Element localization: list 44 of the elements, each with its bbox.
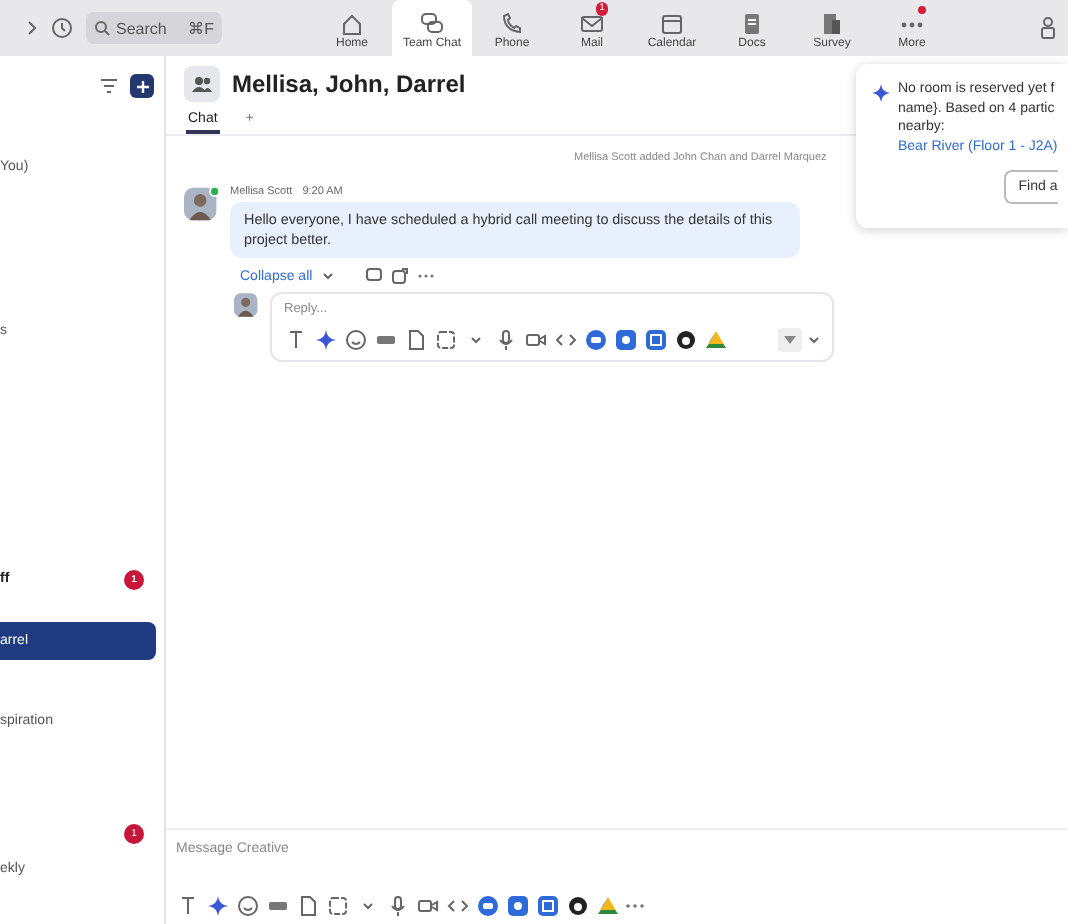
chevron-right-icon[interactable]: [26, 20, 38, 36]
round-app-icon[interactable]: [476, 894, 500, 918]
round-app-icon[interactable]: [584, 328, 608, 352]
people-icon[interactable]: [192, 75, 212, 91]
chat-title: Mellisa, John, Darrel: [232, 69, 466, 97]
home-icon: [340, 11, 364, 35]
sparkle-icon[interactable]: [872, 84, 890, 102]
envelope-icon: [580, 11, 604, 35]
avatar: [234, 292, 260, 318]
filter-icon[interactable]: [100, 78, 118, 94]
file-icon[interactable]: [296, 894, 320, 918]
text-format-icon[interactable]: [284, 328, 308, 352]
microphone-icon[interactable]: [386, 894, 410, 918]
history-icon[interactable]: [50, 16, 74, 40]
chat-bubbles-icon: [420, 11, 444, 35]
search-icon[interactable]: [94, 20, 110, 36]
screenshot-icon[interactable]: [434, 328, 458, 352]
comment-icon[interactable]: [366, 268, 383, 284]
emoji-icon[interactable]: [236, 894, 260, 918]
microphone-icon[interactable]: [494, 328, 518, 352]
screenshot-icon[interactable]: [326, 894, 350, 918]
video-icon[interactable]: [416, 894, 440, 918]
sparkle-icon[interactable]: [206, 894, 230, 918]
caret-icon[interactable]: [322, 270, 335, 282]
new-chat-button[interactable]: [130, 74, 154, 98]
document-icon: [740, 11, 764, 35]
emoji-icon[interactable]: [344, 328, 368, 352]
triangle-logo-icon[interactable]: [704, 328, 728, 352]
triangle-logo-icon[interactable]: [596, 894, 620, 918]
video-icon[interactable]: [524, 328, 548, 352]
plus-icon[interactable]: [135, 79, 149, 93]
caret-icon[interactable]: [808, 334, 820, 346]
square-app-icon[interactable]: [644, 328, 668, 352]
sparkle-icon[interactable]: [314, 328, 338, 352]
search-field[interactable]: Search ⌘F: [86, 12, 222, 44]
profile-icon[interactable]: [1040, 16, 1056, 40]
file-icon[interactable]: [404, 328, 428, 352]
share-icon[interactable]: [392, 268, 409, 284]
square-app-icon[interactable]: [536, 894, 560, 918]
phone-icon: [500, 11, 524, 35]
more-icon: [900, 21, 924, 27]
calendar-icon: [660, 11, 684, 35]
filter-icon[interactable]: [778, 328, 802, 352]
text-format-icon[interactable]: [176, 894, 200, 918]
